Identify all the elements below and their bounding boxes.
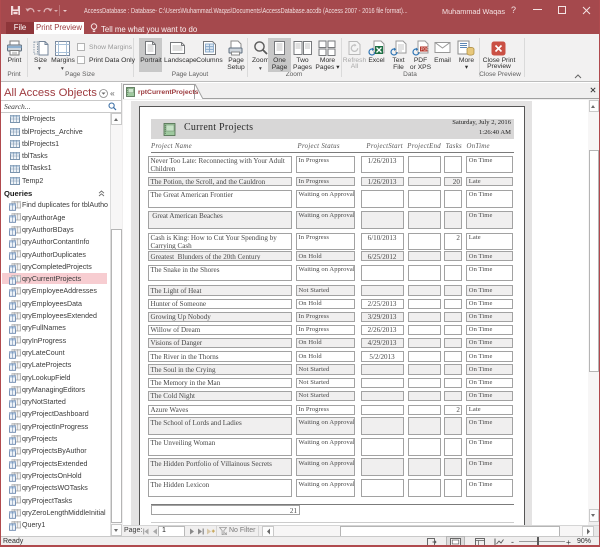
svg-text:PDF: PDF bbox=[421, 47, 429, 52]
